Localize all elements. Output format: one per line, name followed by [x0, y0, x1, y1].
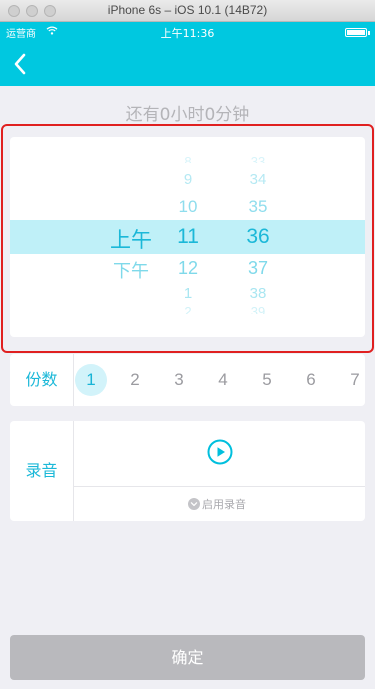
battery-icon [345, 28, 367, 37]
picker-minute[interactable]: 34 [235, 171, 281, 188]
remaining-time-text: 还有0小时0分钟 [125, 105, 250, 125]
picker-hour[interactable]: 8 [165, 155, 211, 163]
enable-recording-label: 启用录音 [202, 498, 246, 511]
simulator-title-bar: iPhone 6s – iOS 10.1 (14B72) [0, 0, 375, 22]
copies-row: 份数 1 2 3 4 5 6 7 [10, 354, 365, 406]
play-icon [207, 439, 233, 465]
copies-label: 份数 [25, 370, 58, 389]
window-title: iPhone 6s – iOS 10.1 (14B72) [107, 3, 268, 17]
copies-option[interactable]: 3 [163, 364, 195, 396]
nav-bar [0, 42, 375, 86]
back-chevron-icon [14, 53, 26, 75]
status-bar: 运营商 上午11:36 [0, 22, 375, 42]
copies-option[interactable]: 6 [295, 364, 327, 396]
back-button[interactable] [6, 50, 34, 78]
copies-option-selected[interactable]: 1 [75, 364, 107, 396]
picker-ampm-am[interactable]: 上午 [102, 224, 160, 254]
copies-option[interactable]: 5 [251, 364, 283, 396]
recording-divider-horizontal [74, 486, 365, 487]
picker-hour[interactable]: 12 [165, 258, 211, 279]
picker-minute[interactable]: 38 [235, 285, 281, 302]
battery-tip [368, 31, 370, 35]
picker-hour-selected[interactable]: 11 [165, 225, 211, 249]
recording-divider-vertical [73, 421, 74, 521]
confirm-button[interactable]: 确定 [10, 635, 365, 680]
picker-minute[interactable]: 33 [235, 155, 281, 163]
copies-option[interactable]: 2 [119, 364, 151, 396]
copies-divider [73, 354, 74, 406]
picker-minute[interactable]: 35 [235, 197, 281, 217]
picker-minute[interactable]: 37 [235, 258, 281, 279]
picker-minute-selected[interactable]: 36 [235, 225, 281, 249]
picker-hour[interactable]: 1 [165, 285, 211, 302]
play-button[interactable] [207, 439, 233, 465]
time-picker[interactable]: 上午 下午 8 9 10 11 12 1 2 33 34 35 36 37 38… [10, 137, 365, 337]
picker-minute[interactable]: 39 [235, 305, 281, 314]
status-time: 上午11:36 [160, 27, 215, 40]
chevron-down-circle-icon [188, 498, 200, 510]
enable-recording-toggle[interactable]: 启用录音 [188, 496, 246, 512]
picker-hour[interactable]: 9 [165, 171, 211, 188]
copies-option[interactable]: 7 [339, 364, 365, 396]
picker-ampm-pm[interactable]: 下午 [102, 257, 160, 283]
recording-label: 录音 [25, 461, 58, 480]
picker-hour[interactable]: 10 [165, 197, 211, 217]
recording-card: 录音 启用录音 [10, 421, 365, 521]
simulator-window: iPhone 6s – iOS 10.1 (14B72) 运营商 上午11:36… [0, 0, 375, 689]
copies-option[interactable]: 4 [207, 364, 239, 396]
picker-hour[interactable]: 2 [165, 305, 211, 314]
